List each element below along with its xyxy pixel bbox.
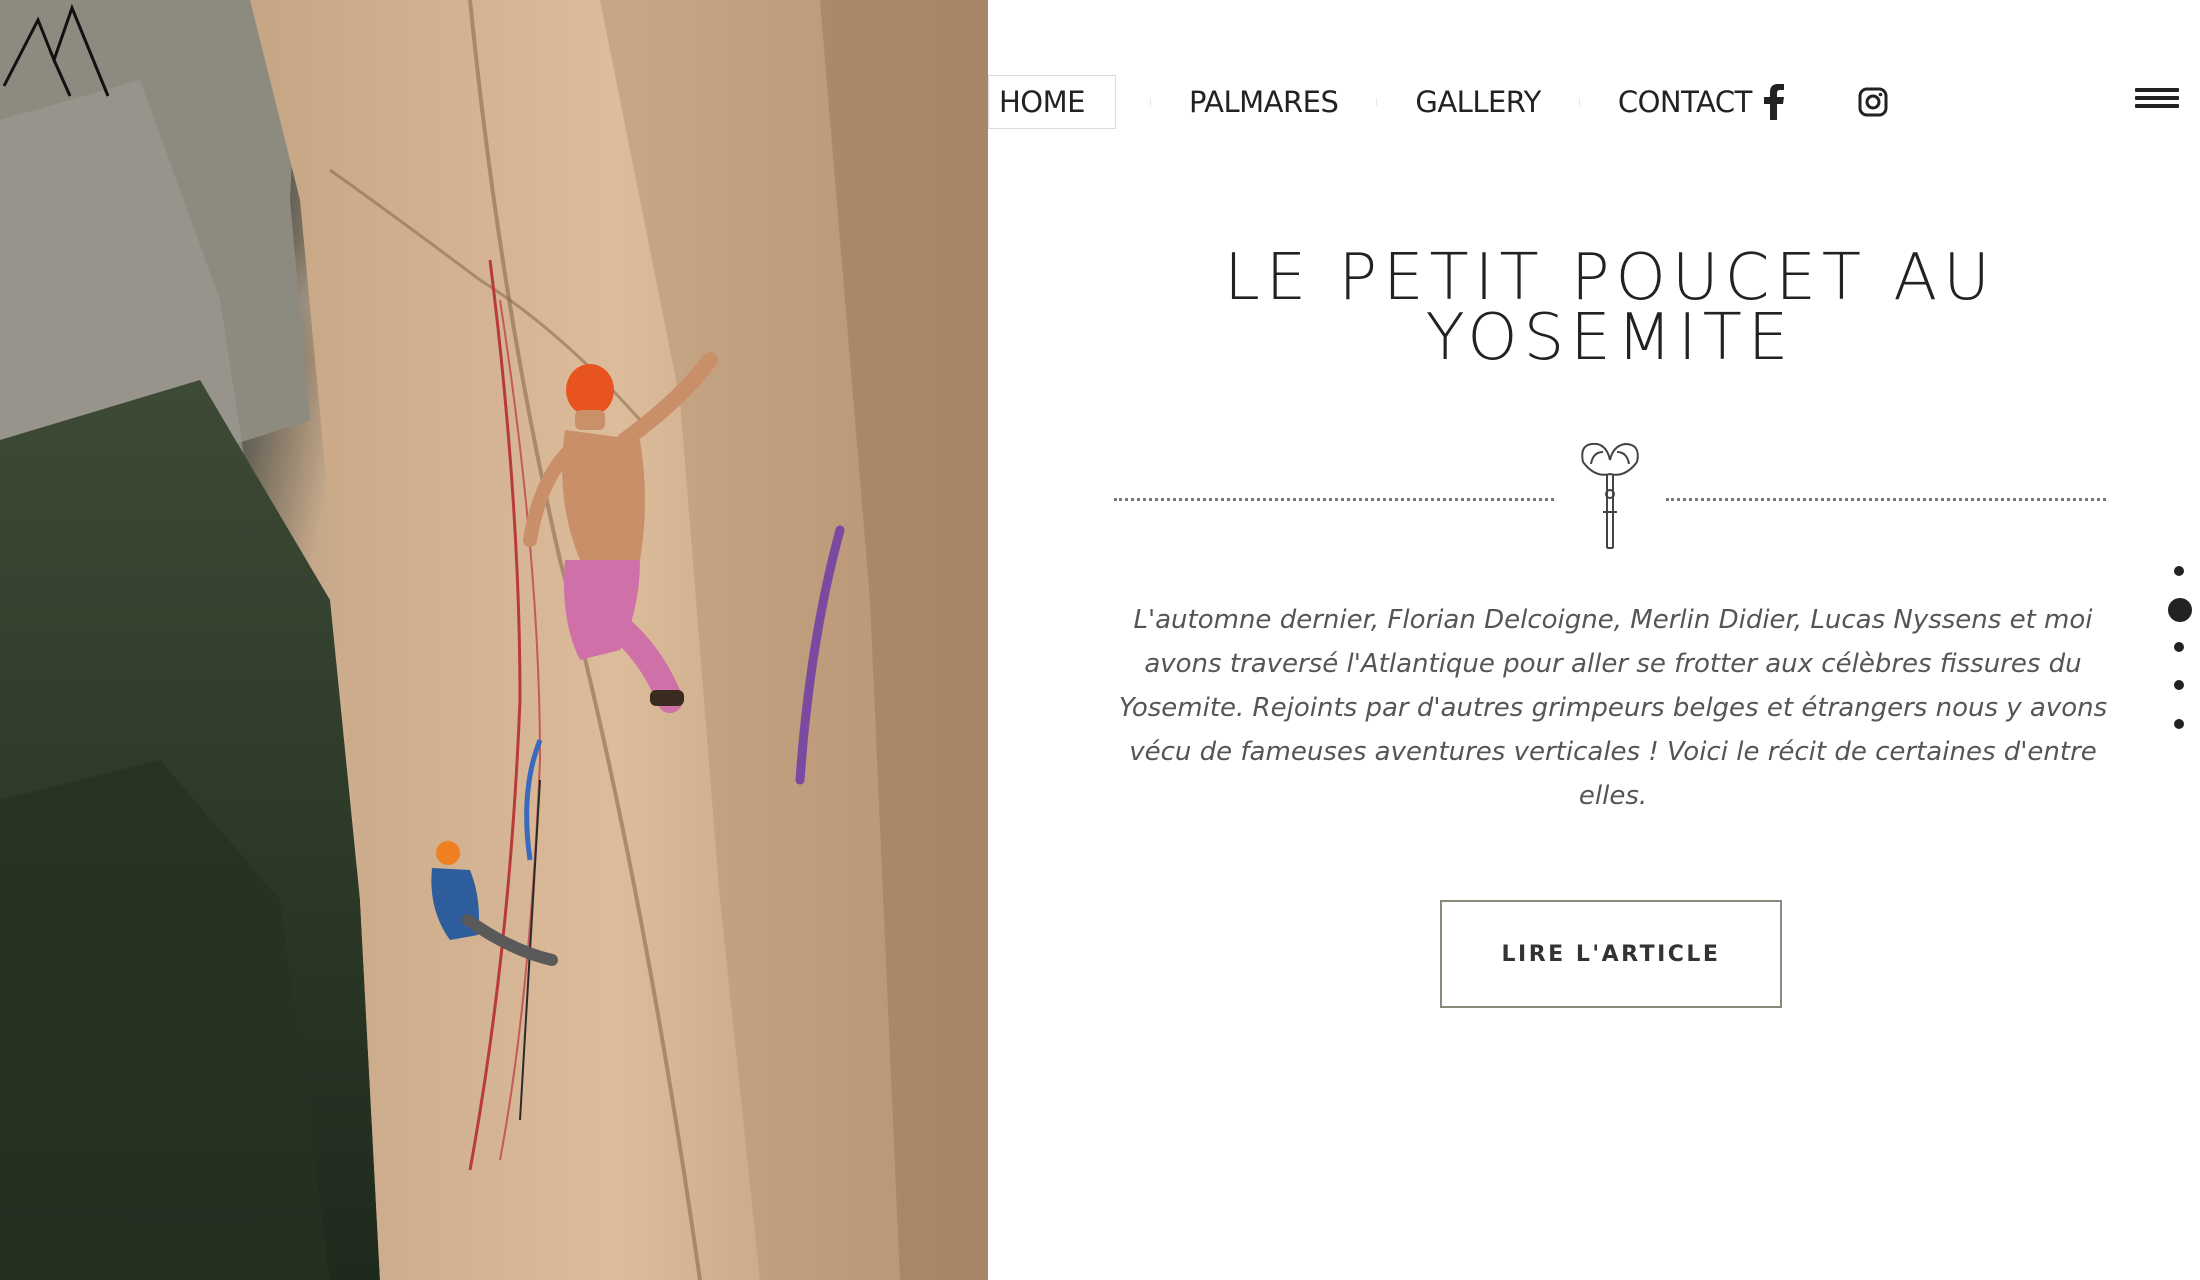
nav-home[interactable]: HOME	[988, 75, 1116, 129]
menu-bar	[2135, 104, 2179, 108]
menu-bar	[2135, 96, 2179, 100]
hero-photo-illustration	[0, 0, 988, 1280]
nav-contact[interactable]: CONTACT	[1614, 76, 1756, 128]
nav-separator	[1578, 98, 1580, 106]
page-dot-1[interactable]	[2174, 566, 2184, 576]
article-title: LE PETIT POUCET AU YOSEMITE	[1224, 241, 1996, 375]
page-dot-2-active[interactable]	[2168, 598, 2192, 622]
nav-separator	[1149, 98, 1151, 106]
nav-separator	[1376, 98, 1378, 106]
hamburger-menu-icon[interactable]	[2135, 88, 2179, 114]
nav-palmares[interactable]: PALMARES	[1185, 76, 1342, 128]
main-nav: HOME PALMARES GALLERY CONTACT	[988, 75, 1756, 129]
article-intro: L'automne dernier, Florian Delcoigne, Me…	[1118, 605, 2108, 811]
dotted-line-right	[1666, 498, 2106, 501]
dotted-line-left	[1114, 498, 1554, 501]
facebook-icon[interactable]	[1752, 80, 1796, 124]
section-pagination	[2168, 560, 2198, 740]
page-dot-4[interactable]	[2174, 680, 2184, 690]
page-dot-5[interactable]	[2174, 719, 2184, 729]
title-divider	[1110, 438, 2110, 558]
read-article-button[interactable]: LIRE L'ARTICLE	[1440, 900, 1782, 1008]
mountain-logo-icon[interactable]	[0, 0, 120, 100]
climbing-cam-icon	[1581, 442, 1639, 549]
menu-bar	[2135, 88, 2179, 92]
page-dot-3[interactable]	[2174, 642, 2184, 652]
hero-image	[0, 0, 988, 1280]
nav-gallery[interactable]: GALLERY	[1411, 76, 1544, 128]
instagram-icon[interactable]	[1851, 80, 1895, 124]
